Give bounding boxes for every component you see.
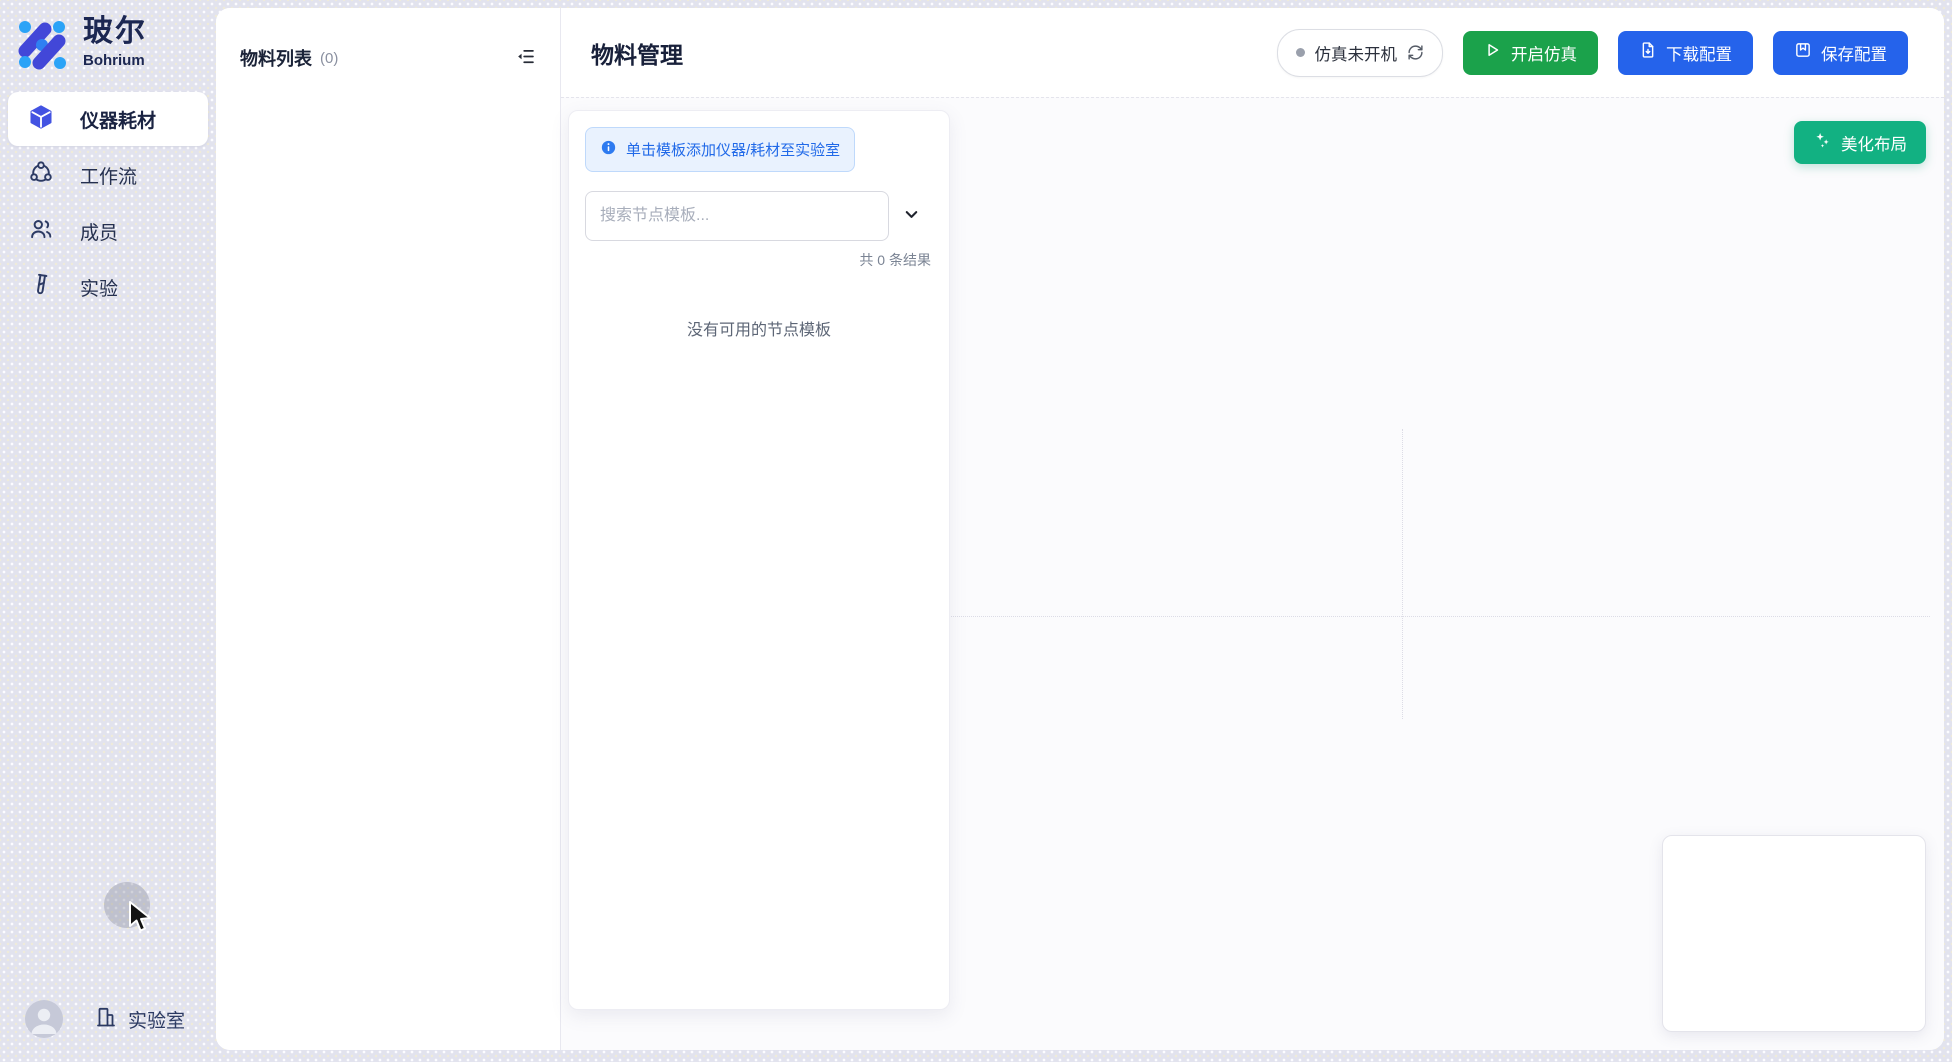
- main-container: 物料列表 (0) 物料管理 仿真未开机: [216, 8, 1944, 1050]
- sidebar-item-label: 成员: [80, 218, 118, 245]
- node-template-panel: 单击模板添加仪器/耗材至实验室 共 0 条结果 没有可用的节点模板: [568, 110, 950, 1010]
- download-config-button[interactable]: 下载配置: [1618, 31, 1753, 75]
- status-dot-icon: [1296, 48, 1305, 57]
- save-config-button[interactable]: 保存配置: [1773, 31, 1908, 75]
- expand-filters-button[interactable]: [889, 201, 933, 231]
- collapse-panel-button[interactable]: [513, 44, 538, 72]
- download-config-label: 下载配置: [1666, 41, 1732, 65]
- members-icon: [28, 216, 54, 247]
- sidebar-item-label: 工作流: [80, 162, 137, 189]
- template-hint-text: 单击模板添加仪器/耗材至实验室: [626, 139, 840, 160]
- layout-canvas[interactable]: 单击模板添加仪器/耗材至实验室 共 0 条结果 没有可用的节点模板: [561, 97, 1944, 1050]
- workflow-icon: [28, 160, 54, 191]
- sidebar-item-members[interactable]: 成员: [8, 204, 208, 258]
- material-list-panel: 物料列表 (0): [216, 8, 561, 1050]
- lab-switcher[interactable]: 实验室: [94, 1005, 185, 1034]
- simulation-status-label: 仿真未开机: [1315, 41, 1398, 65]
- sidebar-item-workflow[interactable]: 工作流: [8, 148, 208, 202]
- results-count: 共 0 条结果: [585, 250, 933, 270]
- building-icon: [94, 1005, 118, 1034]
- brand-name-en: Bohrium: [83, 52, 147, 69]
- start-simulation-label: 开启仿真: [1511, 41, 1577, 65]
- save-config-label: 保存配置: [1821, 41, 1887, 65]
- cube-icon: [28, 104, 54, 135]
- page-header: 物料管理 仿真未开机: [561, 8, 1944, 97]
- material-list-count: (0): [320, 50, 338, 67]
- lab-label: 实验室: [128, 1006, 185, 1033]
- sidebar-footer: 实验室: [0, 1000, 216, 1062]
- file-download-icon: [1639, 41, 1657, 64]
- sidebar-nav: 仪器耗材 工作流: [0, 92, 216, 314]
- template-search-row: [585, 191, 933, 241]
- sidebar-item-label: 仪器耗材: [80, 106, 156, 133]
- page-title: 物料管理: [591, 36, 683, 70]
- test-tube-icon: [28, 272, 54, 303]
- beautify-layout-button[interactable]: 美化布局: [1794, 121, 1926, 164]
- material-list-header: 物料列表 (0): [216, 8, 560, 72]
- play-icon: [1484, 41, 1502, 64]
- beautify-layout-label: 美化布局: [1841, 131, 1907, 155]
- refresh-icon[interactable]: [1407, 44, 1424, 61]
- minimap[interactable]: [1662, 835, 1926, 1032]
- canvas-guide-horizontal: [949, 616, 1930, 617]
- template-hint-banner: 单击模板添加仪器/耗材至实验室: [585, 127, 855, 172]
- info-icon: [600, 139, 617, 160]
- save-icon: [1794, 41, 1812, 64]
- template-search-input[interactable]: [585, 191, 889, 241]
- brand-logo: 玻尔 Bohrium: [0, 0, 216, 76]
- canvas-guide-vertical: [1402, 429, 1403, 719]
- sidebar-item-experiment[interactable]: 实验: [8, 260, 208, 314]
- work-area: 物料管理 仿真未开机: [561, 8, 1944, 1050]
- bohrium-app: 玻尔 Bohrium 仪器耗材: [0, 0, 1952, 1062]
- sidebar-item-instruments[interactable]: 仪器耗材: [8, 92, 208, 146]
- start-simulation-button[interactable]: 开启仿真: [1463, 31, 1598, 75]
- sidebar-item-label: 实验: [80, 274, 118, 301]
- bohrium-logo-icon: [14, 15, 70, 76]
- avatar[interactable]: [25, 1000, 63, 1038]
- empty-templates-message: 没有可用的节点模板: [585, 316, 933, 340]
- mouse-cursor: [128, 901, 154, 938]
- material-list-title: 物料列表: [240, 45, 312, 71]
- sparkles-icon: [1813, 131, 1832, 155]
- chevron-down-icon: [902, 205, 921, 227]
- brand-name-cn: 玻尔: [83, 15, 147, 50]
- indent-icon: [515, 46, 536, 70]
- simulation-status-pill[interactable]: 仿真未开机: [1277, 29, 1444, 77]
